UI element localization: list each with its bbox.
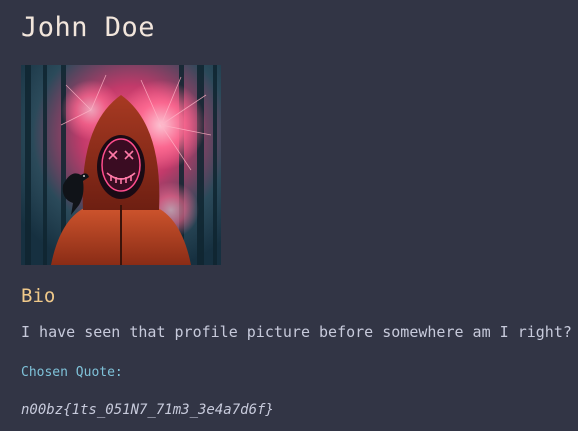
quote-label: Chosen Quote: <box>21 365 123 380</box>
bio-text: I have seen that profile picture before … <box>21 323 572 341</box>
profile-picture <box>21 65 221 265</box>
quote-text: n00bz{1ts_051N7_71m3_3e4a7d6f} <box>21 402 274 418</box>
profile-name: John Doe <box>21 12 156 43</box>
bio-heading: Bio <box>21 285 56 307</box>
